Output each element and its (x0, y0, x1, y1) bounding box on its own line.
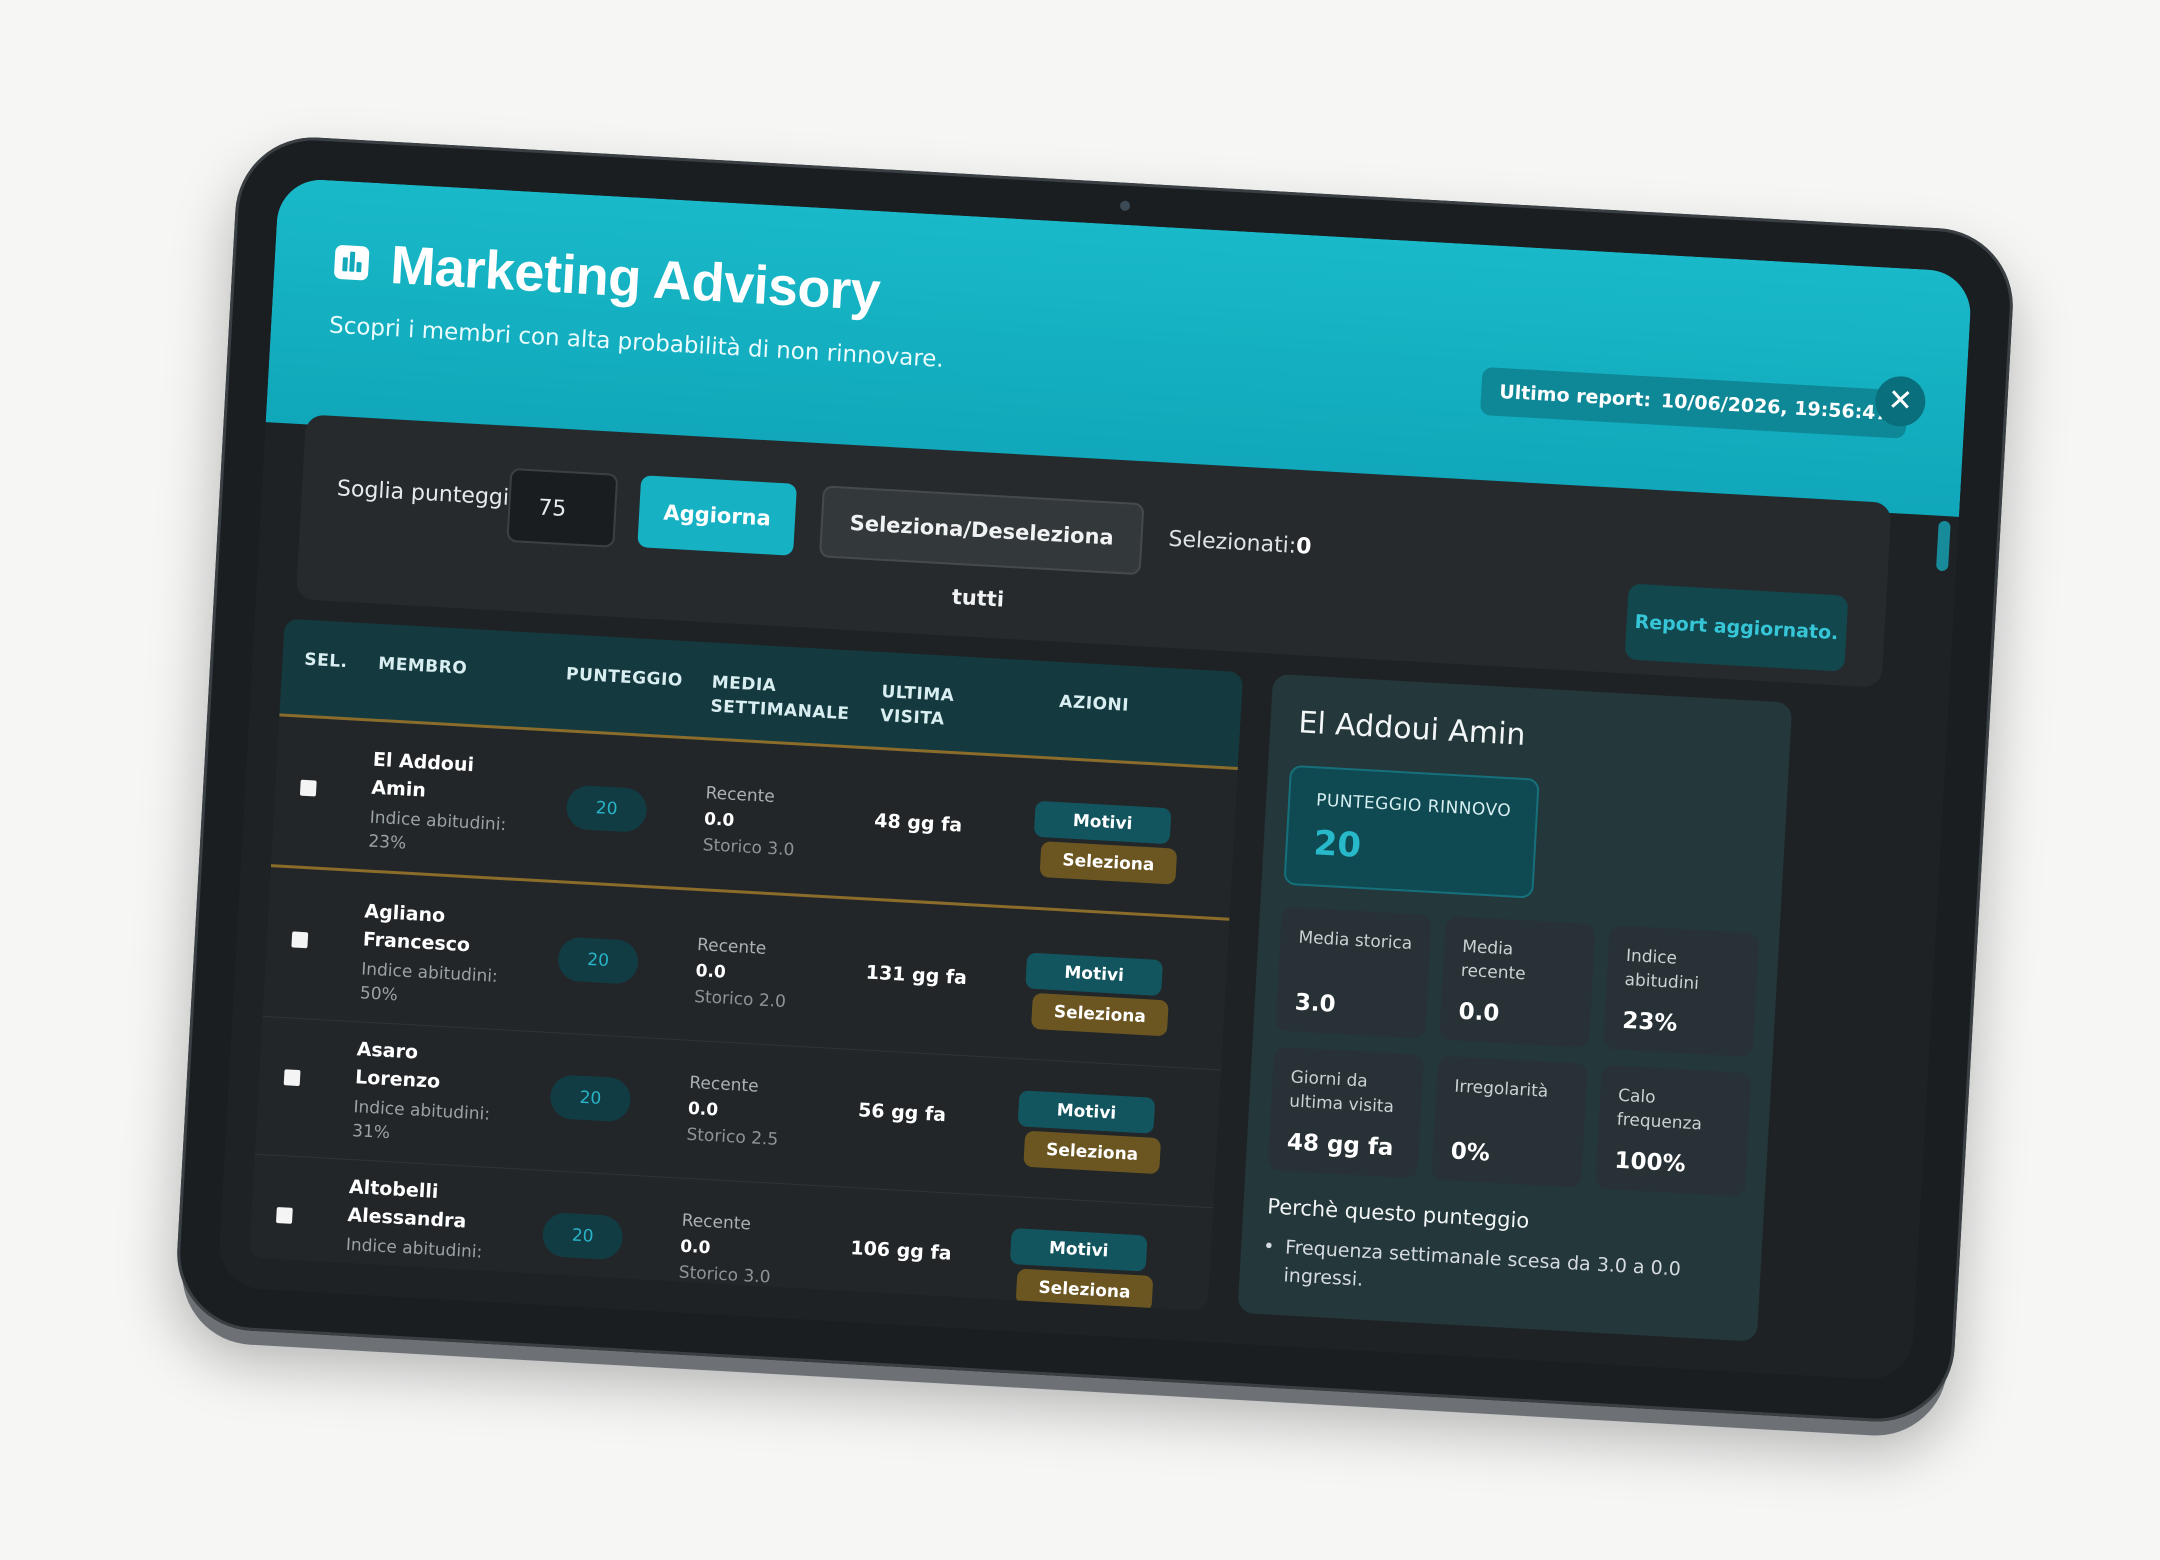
why-score-item: Frequenza settimanale scesa da 3.0 a 0.0… (1283, 1233, 1715, 1313)
camera-dot (1119, 200, 1131, 212)
score-badge: 20 (565, 784, 648, 833)
bar-chart-icon (333, 244, 370, 281)
member-name: Agliano Francesco (362, 900, 471, 957)
renewal-score-label: PUNTEGGIO RINNOVO (1315, 790, 1512, 822)
stat-label: Calo frequenza (1616, 1085, 1703, 1135)
select-button[interactable]: Seleziona (1023, 1130, 1162, 1175)
reasons-button[interactable]: Motivi (1033, 800, 1172, 845)
reasons-button[interactable]: Motivi (1017, 1090, 1156, 1134)
weekly-avg: Recente 0.0 Storico 2.0 (694, 932, 790, 1015)
why-score-title: Perchè questo punteggio (1266, 1194, 1530, 1233)
last-visit: 48 gg fa (873, 809, 963, 837)
stat-card: Indice abitudini 23% (1602, 924, 1760, 1058)
stat-value: 100% (1613, 1147, 1687, 1178)
last-visit: 131 gg fa (865, 961, 968, 990)
col-sel: SEL. (303, 649, 349, 673)
selected-count-label: Selezionati: (1167, 526, 1297, 559)
status-badge: Report aggiornato. (1624, 583, 1849, 672)
stage: Marketing Advisory Scopri i membri con a… (0, 0, 2160, 1560)
member-habit-index: Indice abitudini: 23% (367, 807, 507, 854)
col-weekly-avg: MEDIA SETTIMANALE (709, 672, 850, 725)
header-title-group: Marketing Advisory (333, 231, 882, 323)
col-actions: AZIONI (1058, 691, 1130, 716)
stat-label: Irregolarità (1453, 1076, 1549, 1102)
member-name: Asaro Lorenzo (354, 1038, 441, 1093)
stat-value: 0.0 (1457, 998, 1501, 1027)
refresh-button[interactable]: Aggiorna (637, 475, 798, 556)
selected-count-value: 0 (1295, 533, 1313, 560)
reasons-button[interactable]: Motivi (1009, 1228, 1148, 1272)
tablet-frame: Marketing Advisory Scopri i membri con a… (173, 133, 2017, 1426)
last-visit: 106 gg fa (849, 1237, 953, 1265)
last-report-label: Ultimo report: (1498, 380, 1652, 412)
select-button[interactable]: Seleziona (1039, 841, 1178, 885)
weekly-avg: Recente 0.0 Storico 2.5 (686, 1070, 782, 1153)
member-detail-panel: El Addoui Amin PUNTEGGIO RINNOVO 20 Medi… (1237, 673, 1793, 1342)
history-value: Storico 3.0 (678, 1262, 772, 1288)
row-checkbox[interactable] (291, 931, 309, 949)
weekly-avg: Recente 0.0 Storico 3.0 (702, 780, 798, 863)
last-report-value: 10/06/2026, 19:56:47 (1660, 390, 1890, 425)
stat-value: 0% (1450, 1138, 1491, 1167)
members-table: SEL. MEMBRO PUNTEGGIO MEDIA SETTIMANALE … (248, 618, 1244, 1312)
stat-label: Indice abitudini (1624, 945, 1700, 995)
row-checkbox[interactable] (275, 1206, 293, 1224)
score-badge: 20 (556, 936, 640, 985)
app-screen: Marketing Advisory Scopri i membri con a… (217, 177, 1973, 1382)
renewal-score-card: PUNTEGGIO RINNOVO 20 (1283, 764, 1540, 899)
stat-label: Media storica (1297, 927, 1413, 954)
select-button[interactable]: Seleziona (1015, 1268, 1154, 1312)
stat-label: Giorni da ultima visita (1288, 1067, 1395, 1118)
row-checkbox[interactable] (283, 1069, 301, 1087)
row-checkbox[interactable] (299, 779, 317, 797)
stat-card: Calo frequenza 100% (1594, 1064, 1752, 1197)
scrollbar[interactable] (1935, 520, 1951, 572)
select-button[interactable]: Seleziona (1030, 992, 1169, 1037)
col-score: PUNTEGGIO (565, 664, 684, 691)
score-badge: 20 (549, 1074, 632, 1123)
member-name: Altobelli Alessandra (346, 1176, 467, 1233)
weekly-avg: Recente 0.0 Storico 3.0 (678, 1208, 774, 1291)
stat-label: Media recente (1460, 936, 1527, 985)
history-value: Storico 3.0 (702, 835, 795, 861)
member-habit-index: Indice abitudini: 50% (359, 959, 499, 1006)
threshold-label: Soglia punteggio (336, 476, 524, 512)
stat-card: Media storica 3.0 (1275, 906, 1432, 1039)
member-habit-index: Indice abitudini: (345, 1234, 483, 1263)
detail-member-name: El Addoui Amin (1297, 705, 1527, 753)
page-title: Marketing Advisory (388, 234, 882, 323)
member-name: El Addoui Amin (370, 748, 475, 802)
score-badge: 20 (541, 1211, 624, 1261)
threshold-input[interactable]: 75 (506, 467, 619, 548)
col-last-visit: ULTIMA VISITA (879, 681, 955, 730)
selected-count: Selezionati:0 (1168, 527, 1312, 560)
toggle-all-button[interactable]: Seleziona/Deseleziona tutti (818, 485, 1145, 612)
history-value: Storico 2.0 (693, 986, 787, 1013)
renewal-score-value: 20 (1312, 823, 1363, 866)
last-visit: 56 gg fa (857, 1099, 947, 1127)
stat-card: Irregolarità 0% (1431, 1055, 1588, 1188)
col-member: MEMBRO (377, 653, 468, 679)
stat-value: 23% (1621, 1007, 1679, 1037)
member-habit-index: Indice abitudini: 31% (351, 1097, 491, 1144)
stat-card: Giorni da ultima visita 48 gg fa (1267, 1046, 1425, 1179)
reasons-button[interactable]: Motivi (1025, 952, 1164, 997)
history-value: Storico 2.5 (685, 1124, 779, 1150)
last-report-badge: Ultimo report: 10/06/2026, 19:56:47 (1479, 366, 1908, 439)
stat-card: Media recente 0.0 (1439, 915, 1596, 1048)
stat-value: 3.0 (1294, 989, 1337, 1018)
stat-value: 48 gg fa (1286, 1129, 1395, 1162)
